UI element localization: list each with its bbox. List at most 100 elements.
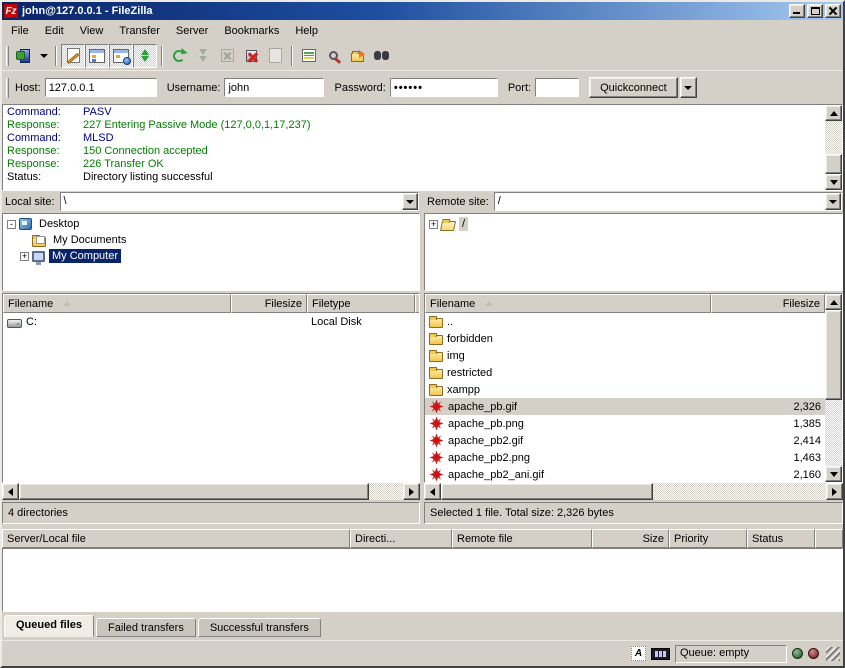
reconnect-button[interactable] xyxy=(263,44,287,68)
log-scrollbar[interactable] xyxy=(825,105,842,190)
menu-transfer[interactable]: Transfer xyxy=(111,22,168,40)
filter-button[interactable] xyxy=(321,44,345,68)
quickbar-grip[interactable] xyxy=(6,78,9,98)
scroll-up-button[interactable] xyxy=(825,105,842,121)
tree-item-my-computer[interactable]: + My Computer xyxy=(3,248,419,264)
remote-folder-row[interactable]: .. xyxy=(425,313,825,330)
column-header-direction[interactable]: Directi... xyxy=(350,529,452,548)
column-header-filetype[interactable]: Filetype xyxy=(307,294,415,313)
scrollbar-thumb[interactable] xyxy=(825,154,842,174)
menu-view[interactable]: View xyxy=(72,22,112,40)
local-status-text: 4 directories xyxy=(8,507,68,519)
tree-item-root[interactable]: + / xyxy=(425,216,842,232)
remote-site-value: / xyxy=(495,193,825,210)
remote-file-row[interactable]: apache_pb.png 1,385 xyxy=(425,415,825,432)
scroll-right-button[interactable] xyxy=(403,483,420,500)
menu-file[interactable]: File xyxy=(3,22,37,40)
host-input[interactable] xyxy=(45,78,157,97)
remote-file-row-selected[interactable]: apache_pb.gif 2,326 xyxy=(425,398,825,415)
maximize-button[interactable] xyxy=(807,4,823,18)
toolbar-grip[interactable] xyxy=(6,46,9,66)
resize-grip[interactable] xyxy=(826,647,840,661)
remote-site-combo[interactable]: / xyxy=(494,192,842,211)
scrollbar-thumb[interactable] xyxy=(19,483,369,500)
tab-successful-transfers[interactable]: Successful transfers xyxy=(198,618,321,637)
toggle-message-log-button[interactable] xyxy=(61,44,85,68)
cancel-operation-button[interactable] xyxy=(215,44,239,68)
local-site-value: \ xyxy=(61,193,402,210)
scrollbar-thumb[interactable] xyxy=(825,310,842,400)
port-input[interactable] xyxy=(535,78,579,97)
remote-site-label: Remote site: xyxy=(424,196,494,208)
process-queue-button[interactable] xyxy=(191,44,215,68)
tree-item-desktop[interactable]: - Desktop xyxy=(3,216,419,232)
remote-hscrollbar[interactable] xyxy=(424,483,843,500)
my-documents-icon xyxy=(32,237,46,247)
column-header-filename[interactable]: Filename xyxy=(3,294,231,313)
column-header-status[interactable]: Status xyxy=(747,529,815,548)
tree-item-my-documents[interactable]: My Documents xyxy=(3,232,419,248)
quickconnect-dropdown-button[interactable] xyxy=(680,77,697,98)
menu-server[interactable]: Server xyxy=(168,22,216,40)
local-site-combo[interactable]: \ xyxy=(60,192,419,211)
remote-vscrollbar[interactable] xyxy=(825,294,842,482)
synchronized-browsing-button[interactable] xyxy=(345,44,369,68)
scrollbar-thumb[interactable] xyxy=(441,483,653,500)
menu-bookmarks[interactable]: Bookmarks xyxy=(216,22,287,40)
column-header-priority[interactable]: Priority xyxy=(669,529,747,548)
local-treeview-icon xyxy=(89,49,105,63)
collapse-icon[interactable]: - xyxy=(7,220,16,229)
password-input[interactable] xyxy=(390,78,498,97)
local-site-dropdown-button[interactable] xyxy=(402,193,418,210)
remote-file-row[interactable]: apache_pb2.gif 2,414 xyxy=(425,432,825,449)
apache-file-icon xyxy=(429,433,444,448)
scroll-down-button[interactable] xyxy=(825,466,842,482)
scroll-down-button[interactable] xyxy=(825,174,842,190)
local-hscrollbar[interactable] xyxy=(2,483,420,500)
scroll-left-button[interactable] xyxy=(2,483,19,500)
scroll-left-button[interactable] xyxy=(424,483,441,500)
process-queue-icon xyxy=(199,49,207,62)
remote-folder-row[interactable]: xampp xyxy=(425,381,825,398)
scroll-right-button[interactable] xyxy=(826,483,843,500)
quickconnect-button[interactable]: Quickconnect xyxy=(589,77,678,98)
close-button[interactable] xyxy=(825,4,841,18)
queue-list[interactable] xyxy=(2,548,843,612)
remote-folder-row[interactable]: forbidden xyxy=(425,330,825,347)
column-header-filesize[interactable]: Filesize xyxy=(231,294,307,313)
column-header-last-modified[interactable]: L xyxy=(415,294,419,313)
column-header-filesize[interactable]: Filesize xyxy=(711,294,825,313)
local-file-row[interactable]: C: Local Disk xyxy=(3,313,419,330)
titlebar[interactable]: Fz john@127.0.0.1 - FileZilla xyxy=(2,2,843,20)
column-header-remote-file[interactable]: Remote file xyxy=(452,529,592,548)
column-header-filename[interactable]: Filename xyxy=(425,294,711,313)
site-manager-dropdown-button[interactable] xyxy=(37,44,51,68)
tab-failed-transfers[interactable]: Failed transfers xyxy=(96,618,196,637)
menu-help[interactable]: Help xyxy=(287,22,326,40)
toggle-local-tree-button[interactable] xyxy=(85,44,109,68)
toggle-transfer-queue-button[interactable] xyxy=(133,44,157,68)
find-files-button[interactable] xyxy=(369,44,393,68)
refresh-button[interactable] xyxy=(167,44,191,68)
minimize-button[interactable] xyxy=(789,4,805,18)
remote-folder-row[interactable]: restricted xyxy=(425,364,825,381)
minimize-icon xyxy=(793,12,800,14)
menu-edit[interactable]: Edit xyxy=(37,22,72,40)
directory-comparison-button[interactable] xyxy=(297,44,321,68)
tab-queued-files[interactable]: Queued files xyxy=(4,615,94,637)
transfer-queue-icon xyxy=(141,49,149,62)
toggle-remote-tree-button[interactable] xyxy=(109,44,133,68)
expand-icon[interactable]: + xyxy=(20,252,29,261)
site-manager-button[interactable] xyxy=(13,44,37,68)
expand-icon[interactable]: + xyxy=(429,220,438,229)
remote-site-dropdown-button[interactable] xyxy=(825,193,841,210)
folder-icon xyxy=(429,335,443,345)
remote-file-row[interactable]: apache_pb2_ani.gif 2,160 xyxy=(425,466,825,482)
remote-folder-row[interactable]: img xyxy=(425,347,825,364)
disconnect-button[interactable] xyxy=(239,44,263,68)
column-header-size[interactable]: Size xyxy=(592,529,669,548)
remote-file-row[interactable]: apache_pb2.png 1,463 xyxy=(425,449,825,466)
column-header-server-local-file[interactable]: Server/Local file xyxy=(2,529,350,548)
scroll-up-button[interactable] xyxy=(825,294,842,310)
username-input[interactable] xyxy=(224,78,324,97)
